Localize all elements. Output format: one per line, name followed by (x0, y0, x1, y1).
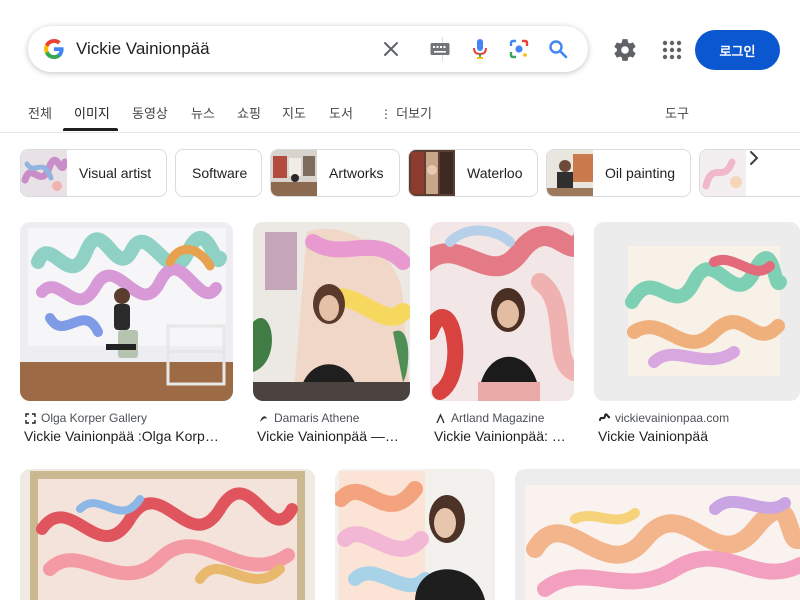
microphone-icon[interactable] (468, 37, 492, 61)
result-image[interactable] (20, 222, 233, 401)
result-source-label: Damaris Athene (274, 411, 360, 425)
result-image[interactable] (20, 469, 315, 600)
result-source-label: vickievainionpaa.com (615, 411, 730, 425)
chip-label: Visual artist (79, 165, 152, 181)
result-title[interactable]: Vickie Vainionpää :Olga Korp… (24, 428, 233, 444)
result-source[interactable]: Artland Magazine (434, 411, 544, 425)
tab-more-label: 더보기 (396, 107, 433, 122)
google-logo-icon (44, 39, 64, 59)
site-icon (598, 412, 610, 424)
search-input[interactable]: Vickie Vainionpää (76, 39, 210, 59)
active-tab-indicator (63, 128, 118, 131)
tab-news[interactable]: 뉴스 (191, 103, 215, 122)
chip-waterloo[interactable]: Waterloo (408, 149, 538, 197)
result-image[interactable] (515, 469, 800, 600)
tabs-divider (0, 132, 800, 133)
result-image[interactable] (430, 222, 574, 401)
result-image[interactable] (335, 469, 495, 600)
result-source-label: Olga Korper Gallery (41, 411, 148, 425)
chip-label: Artworks (329, 165, 384, 181)
tab-all[interactable]: 전체 (28, 103, 52, 122)
chip-thumbnail (271, 150, 317, 196)
apps-grid-icon[interactable] (660, 38, 684, 62)
chip-thumbnail (21, 150, 67, 196)
lens-camera-icon[interactable] (507, 37, 531, 61)
tab-more[interactable]: ⋮ 더보기 (380, 103, 432, 122)
chip-thumbnail (547, 150, 593, 196)
chevron-right-icon[interactable] (742, 146, 766, 170)
search-box[interactable]: Vickie Vainionpää (28, 26, 588, 72)
result-title[interactable]: Vickie Vainionpää (598, 428, 798, 444)
tab-images[interactable]: 이미지 (74, 103, 110, 122)
chip-label: Waterloo (467, 165, 523, 181)
chip-oil-painting[interactable]: Oil painting (546, 149, 691, 197)
tab-videos[interactable]: 동영상 (132, 103, 168, 122)
result-image[interactable] (253, 222, 410, 401)
settings-gear-icon[interactable] (612, 37, 638, 63)
tab-books[interactable]: 도서 (329, 103, 353, 122)
result-source[interactable]: Olga Korper Gallery (24, 411, 147, 425)
tab-tools[interactable]: 도구 (665, 103, 689, 122)
keyboard-icon[interactable] (428, 37, 452, 61)
tab-maps[interactable]: 지도 (282, 103, 306, 122)
result-image[interactable] (594, 222, 800, 401)
login-button[interactable]: 로그인 (695, 30, 780, 70)
artland-icon (434, 412, 446, 424)
chip-thumbnail (700, 150, 746, 196)
chip-visual-artist[interactable]: Visual artist (20, 149, 167, 197)
chip-label: Software (192, 165, 248, 181)
chip-software[interactable]: Software (175, 149, 262, 197)
gallery-icon (24, 412, 36, 424)
chip-thumbnail (409, 150, 455, 196)
result-title[interactable]: Vickie Vainionpää: … (434, 428, 574, 444)
result-source[interactable]: vickievainionpaa.com (598, 411, 729, 425)
chip-label: Oil painting (605, 165, 676, 181)
result-source-label: Artland Magazine (451, 411, 545, 425)
more-vert-icon: ⋮ (380, 107, 392, 121)
result-source[interactable]: Damaris Athene (257, 411, 359, 425)
clear-icon[interactable] (379, 37, 403, 61)
damaris-icon (257, 412, 269, 424)
search-icon[interactable] (546, 37, 570, 61)
tab-shopping[interactable]: 쇼핑 (237, 103, 261, 122)
result-title[interactable]: Vickie Vainionpää —… (257, 428, 410, 444)
chip-artworks[interactable]: Artworks (270, 149, 400, 197)
